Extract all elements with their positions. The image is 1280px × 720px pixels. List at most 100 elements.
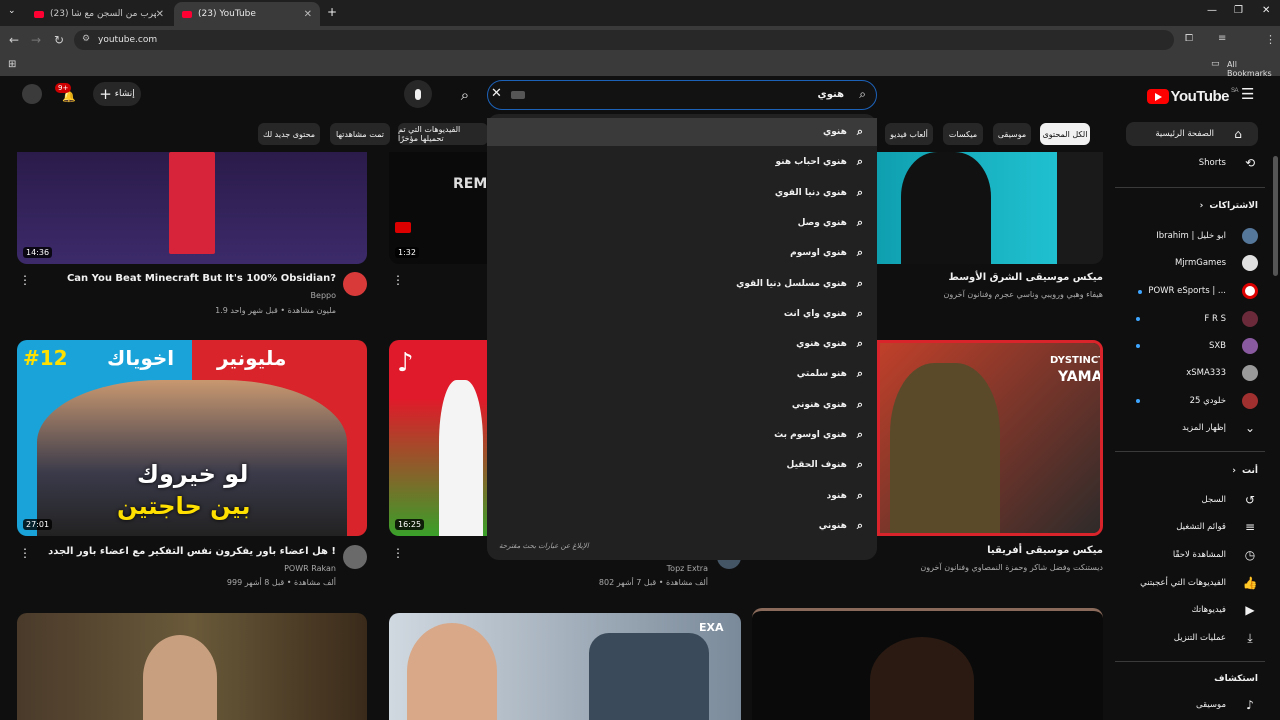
search-suggestion[interactable]: هنوي واي انت ⌕ — [487, 300, 877, 328]
subscriptions-heading[interactable]: › الاشتراكات — [1200, 201, 1258, 211]
search-button[interactable]: ⌕ — [448, 80, 482, 110]
extensions-icon[interactable]: ⧠ — [1185, 33, 1193, 44]
search-suggestion[interactable]: هنوي هنوي ⌕ — [487, 330, 877, 358]
back-arrow-icon[interactable]: ← — [9, 33, 19, 47]
search-suggestion[interactable]: هنوي دنيا القوي ⌕ — [487, 179, 877, 207]
sidebar-item-history[interactable]: السجل ↺ — [1118, 488, 1258, 512]
chip-recent[interactable]: الفيديوهات التي تم تحميلها مؤخرًا — [398, 123, 488, 145]
video-thumbnail[interactable]: REM 1:32 — [389, 152, 487, 264]
search-suggestion[interactable]: هنوي اوسوم بث ⌕ — [487, 421, 877, 449]
search-suggestion[interactable]: هنو سلمتي ⌕ — [487, 360, 877, 388]
close-tab-icon[interactable]: ✕ — [156, 9, 164, 20]
sidebar-item-your-videos[interactable]: فيديوهاتك ▶ — [1118, 598, 1258, 622]
more-actions-icon[interactable]: ⋮ — [392, 273, 404, 287]
chip-games[interactable]: ألعاب فيديو — [885, 123, 933, 145]
sidebar-sub-mjrmgames[interactable]: MjrmGames — [1118, 251, 1258, 275]
chip-new[interactable]: محتوى جديد لك — [258, 123, 320, 145]
new-tab-button[interactable]: + — [327, 6, 337, 18]
chip-all[interactable]: الكل المحتوى — [1040, 123, 1090, 145]
search-suggestion[interactable]: هنوي ⌕ — [487, 118, 877, 146]
tab-search-icon[interactable]: ⌄ — [8, 7, 16, 16]
channel-name[interactable]: Beppo — [311, 291, 336, 300]
create-button[interactable]: + إنشاء — [93, 82, 141, 106]
chip-music[interactable]: موسيقى — [993, 123, 1031, 145]
channel-avatar[interactable] — [343, 545, 367, 569]
minimize-button[interactable]: — — [1207, 6, 1217, 16]
sidebar-item-label: POWR eSports | ... — [1148, 286, 1226, 296]
search-suggestion[interactable]: هنوي اوسوم ⌕ — [487, 239, 877, 267]
mix-thumbnail[interactable] — [752, 608, 1103, 720]
search-suggestion[interactable]: هنوي وصل ⌕ — [487, 209, 877, 237]
mix-title[interactable]: ميكس موسيقى أفريقيا — [987, 545, 1103, 556]
channel-name[interactable]: Topz Extra — [667, 564, 708, 573]
sidebar-item-downloads[interactable]: عمليات التنزيل ⤓ — [1118, 626, 1258, 650]
youtube-logo[interactable]: YouTube SA — [1146, 88, 1239, 105]
chip-mixes[interactable]: ميكسات — [943, 123, 983, 145]
account-avatar[interactable] — [22, 84, 42, 104]
sidebar-sub-ibrahim[interactable]: Ibrahim | ابو خليل — [1118, 224, 1258, 248]
more-actions-icon[interactable]: ⋮ — [392, 546, 404, 560]
guide-menu-icon[interactable]: ☰ — [1241, 87, 1254, 102]
reload-icon[interactable]: ↻ — [54, 33, 64, 47]
sidebar-item-music[interactable]: موسيقى ♪ — [1118, 693, 1258, 717]
sidebar-item-liked[interactable]: الفيديوهات التي أعجبتني 👍 — [1118, 571, 1258, 595]
close-window-button[interactable]: ✕ — [1262, 6, 1270, 16]
thumbnail-text: اخوياك — [107, 346, 175, 370]
sidebar-item-playlists[interactable]: قوائم التشغيل ≡ — [1118, 515, 1258, 539]
search-suggestion[interactable]: هنوي احباب هنو ⌕ — [487, 148, 877, 176]
video-thumbnail[interactable]: EXA — [389, 613, 741, 720]
video-thumbnail[interactable]: #12 اخوياك مليونير لو خيروك بين حاجتين 2… — [17, 340, 367, 536]
video-title[interactable]: Can You Beat Minecraft But It's 100% Obs… — [67, 273, 336, 284]
chip-watched[interactable]: تمت مشاهدتها — [330, 123, 390, 145]
search-magnifier-icon: ⌕ — [460, 86, 470, 104]
video-title[interactable]: هل اعضاء باور يفكرون نفس التفكير مع اعضا… — [48, 546, 336, 557]
sidebar-show-more[interactable]: إظهار المزيد ⌄ — [1118, 416, 1258, 440]
notifications-button[interactable]: 🔔 9+ — [55, 83, 78, 106]
report-suggestions-link[interactable]: الإبلاغ عن عبارات بحث مقترحة — [499, 542, 589, 550]
mix-thumbnail[interactable]: DYSTINCT YAMA — [877, 340, 1103, 536]
person-figure — [439, 380, 483, 536]
voice-search-button[interactable] — [404, 80, 432, 108]
clear-search-icon[interactable]: ✕ — [491, 86, 502, 101]
channel-name[interactable]: POWR Rakan — [284, 564, 336, 573]
forward-arrow-icon[interactable]: → — [31, 33, 41, 47]
sidebar-item-label: MjrmGames — [1174, 258, 1226, 268]
subscriptions-label: الاشتراكات — [1209, 201, 1258, 211]
mix-title[interactable]: ميكس موسيقى الشرق الأوسط — [948, 272, 1103, 283]
video-meta: 1.9 مليون مشاهدة • قبل شهر واحد — [215, 306, 336, 315]
search-suggestion[interactable]: هنوي مسلسل دنيا القوي ⌕ — [487, 270, 877, 298]
video-thumbnail[interactable]: ♪ 16:25 — [389, 340, 487, 536]
reading-list-icon[interactable]: ≡ — [1218, 33, 1226, 44]
channel-avatar[interactable] — [343, 272, 367, 296]
site-info-icon[interactable]: ⚙ — [82, 34, 90, 44]
search-box[interactable]: ⌕ هنوي ✕ — [487, 80, 877, 110]
sidebar-item-watch-later[interactable]: المشاهدة لاحقًا ◷ — [1118, 543, 1258, 567]
close-tab-icon[interactable]: ✕ — [304, 9, 312, 20]
browser-tab-2[interactable]: (23) YouTube ✕ — [174, 2, 320, 26]
more-actions-icon[interactable]: ⋮ — [19, 546, 31, 560]
video-thumbnail[interactable]: 14:36 — [17, 152, 367, 264]
search-suggestion[interactable]: هنوف الحقيل ⌕ — [487, 451, 877, 479]
search-suggestion[interactable]: هنوني ⌕ — [487, 512, 877, 540]
video-thumbnail[interactable] — [17, 613, 367, 720]
address-bar[interactable]: ⚙ youtube.com — [74, 30, 1174, 50]
sidebar-item-shorts[interactable]: Shorts ⟲ — [1118, 151, 1258, 175]
sidebar-item-label: إظهار المزيد — [1182, 423, 1226, 433]
keyboard-icon[interactable] — [511, 91, 525, 99]
mix-thumbnail[interactable] — [877, 152, 1103, 264]
sidebar-sub-xsma333[interactable]: xSMA333 — [1118, 361, 1258, 385]
sidebar-item-home[interactable]: الصفحة الرئيسية ⌂ — [1126, 122, 1258, 146]
search-suggestion[interactable]: هنود ⌕ — [487, 482, 877, 510]
maximize-button[interactable]: ❐ — [1234, 6, 1243, 16]
search-suggestion[interactable]: هنوي هنوني ⌕ — [487, 391, 877, 419]
more-actions-icon[interactable]: ⋮ — [19, 273, 31, 287]
browser-menu-icon[interactable]: ⋮ — [1265, 33, 1276, 46]
sidebar-scrollbar[interactable] — [1273, 156, 1278, 276]
search-icon: ⌕ — [856, 125, 863, 138]
apps-grid-icon[interactable]: ⊞ — [8, 59, 16, 70]
sidebar-item-label: عمليات التنزيل — [1173, 633, 1226, 643]
browser-tab-1[interactable]: الفائز يهرب من السجن مع شا (23) ✕ — [26, 2, 172, 26]
search-input[interactable]: هنوي — [818, 89, 844, 100]
video-icon: ▶ — [1245, 603, 1255, 617]
you-heading[interactable]: › أنت — [1232, 466, 1258, 476]
